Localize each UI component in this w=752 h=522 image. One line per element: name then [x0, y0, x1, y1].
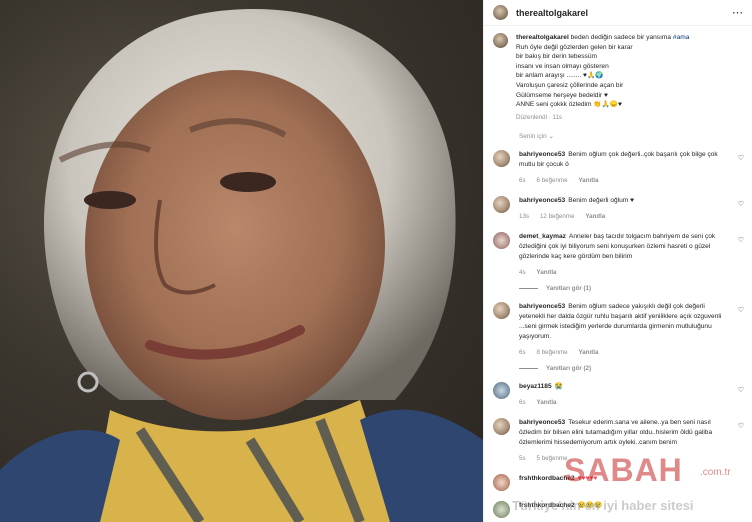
- comment-text: ♥♥♥♥♥: [577, 475, 598, 483]
- comment-item: frshthkordbache2 ♥♥♥♥♥: [484, 464, 752, 492]
- reply-button[interactable]: Yanıtla: [585, 212, 605, 222]
- post-header: therealtolgakarel ⋯: [484, 0, 752, 26]
- author-username[interactable]: therealtolgakarel: [516, 8, 588, 18]
- commenter-username[interactable]: frshthkordbache2: [519, 502, 575, 509]
- commenter-avatar[interactable]: [493, 382, 510, 400]
- comment-time: 6s: [519, 399, 526, 407]
- comment-text: 😭: [554, 383, 563, 391]
- comment-item: frshthkordbache2 😢😢😢: [484, 491, 752, 519]
- commenter-username[interactable]: bahriyeonce53: [519, 303, 565, 310]
- caption-line: insanı ve insan olmayı gösteren: [516, 62, 609, 70]
- commenter-avatar[interactable]: [493, 418, 510, 436]
- caption-line: Varoluşun çaresiz çöllerinde açan bir: [516, 81, 624, 89]
- caption-avatar[interactable]: [493, 33, 508, 48]
- commenter-avatar[interactable]: [493, 302, 510, 320]
- more-options-icon[interactable]: ⋯: [732, 6, 744, 19]
- reply-button[interactable]: Yanıtla: [579, 176, 599, 186]
- commenter-username[interactable]: beyaz1185: [519, 383, 552, 390]
- commenter-username[interactable]: bahriyeonce53: [519, 197, 565, 204]
- comment-text: Benim değerli oğlum ♥: [568, 197, 635, 205]
- comment-likes[interactable]: 5 beğenme: [537, 454, 568, 464]
- comment-item: bahriyeonce53 Tesekur ederim.sana ve aile…: [484, 408, 752, 464]
- comment-item: demet_kaymaz Anneler baş tacıdır tolgacım…: [484, 222, 752, 278]
- caption-line: Gülümseme herşeye bedeldir ♥: [516, 91, 608, 99]
- view-replies-button[interactable]: Yanıtları gör (1): [484, 278, 752, 292]
- author-avatar[interactable]: [493, 5, 508, 20]
- caption-line: bir anlam arayışı ........ ♥🙏🌍: [516, 72, 604, 80]
- like-heart-icon[interactable]: ♡: [738, 200, 744, 208]
- comment-time: 13s: [519, 213, 529, 221]
- sort-comments-label[interactable]: Senin için ⌄: [484, 122, 752, 140]
- commenter-avatar[interactable]: [493, 501, 510, 519]
- commenter-avatar[interactable]: [493, 474, 510, 492]
- commenter-username[interactable]: bahriyeonce53: [519, 151, 565, 158]
- like-heart-icon[interactable]: ♡: [738, 154, 744, 162]
- comment-item: bahriyeonce53 Benim değerli oğlum ♥ 13s 1…: [484, 186, 752, 222]
- comment-time: 4s: [519, 269, 526, 277]
- comment-time: 6s: [519, 177, 526, 185]
- commenter-username[interactable]: bahriyeonce53: [519, 419, 565, 426]
- like-heart-icon[interactable]: ♡: [738, 386, 744, 394]
- comment-item: bahriyeonce53 Benim oğlum çok değerli..ço…: [484, 140, 752, 186]
- like-heart-icon[interactable]: ♡: [738, 306, 744, 314]
- view-replies-button[interactable]: Yanıtları gör (2): [484, 358, 752, 372]
- comment-text: 😢😢😢: [577, 502, 603, 510]
- reply-button[interactable]: Yanıtla: [537, 268, 557, 278]
- comment-item: beyaz1185 😭 6s Yanıtla ♡: [484, 372, 752, 408]
- comment-time: 5s: [519, 455, 526, 463]
- caption-hashtag[interactable]: #ama: [673, 34, 690, 41]
- comment-time: 6s: [519, 349, 526, 357]
- like-heart-icon[interactable]: ♡: [738, 422, 744, 430]
- comment-item: bahriyeonce53 Benim oğlum sadece yakışıkl…: [484, 292, 752, 358]
- portrait-illustration: [0, 9, 483, 522]
- comment-likes[interactable]: 8 beğenme: [537, 348, 568, 358]
- caption-line: ANNE seni çokkk özledim 👏🙏😞♥: [516, 101, 622, 109]
- caption-username[interactable]: therealtolgakarel: [516, 34, 569, 41]
- reply-button[interactable]: Yanıtla: [537, 398, 557, 408]
- comments-panel: therealtolgakarel ⋯ therealtolgakarel be…: [483, 0, 752, 522]
- reply-button[interactable]: Yanıtla: [579, 348, 599, 358]
- post-caption: therealtolgakarel beden dediğin sadece b…: [484, 26, 752, 122]
- comment-likes[interactable]: 12 beğenme: [540, 212, 574, 222]
- like-heart-icon[interactable]: ♡: [738, 236, 744, 244]
- commenter-username[interactable]: demet_kaymaz: [519, 233, 566, 240]
- caption-line: beden dediğin sadece bir yansıma: [570, 34, 672, 41]
- commenter-username[interactable]: frshthkordbache2: [519, 475, 575, 482]
- commenter-avatar[interactable]: [493, 150, 510, 168]
- commenter-avatar[interactable]: [493, 196, 510, 214]
- post-photo[interactable]: [0, 0, 483, 522]
- caption-line: bir bakış bir derin tebessüm: [516, 53, 597, 61]
- commenter-avatar[interactable]: [493, 232, 510, 250]
- comment-likes[interactable]: 6 beğenme: [537, 176, 568, 186]
- caption-edited-time: Düzenlendi · 11s: [516, 113, 562, 121]
- caption-line: Ruh öyle değil gözlerden gelen bir karar: [516, 43, 633, 51]
